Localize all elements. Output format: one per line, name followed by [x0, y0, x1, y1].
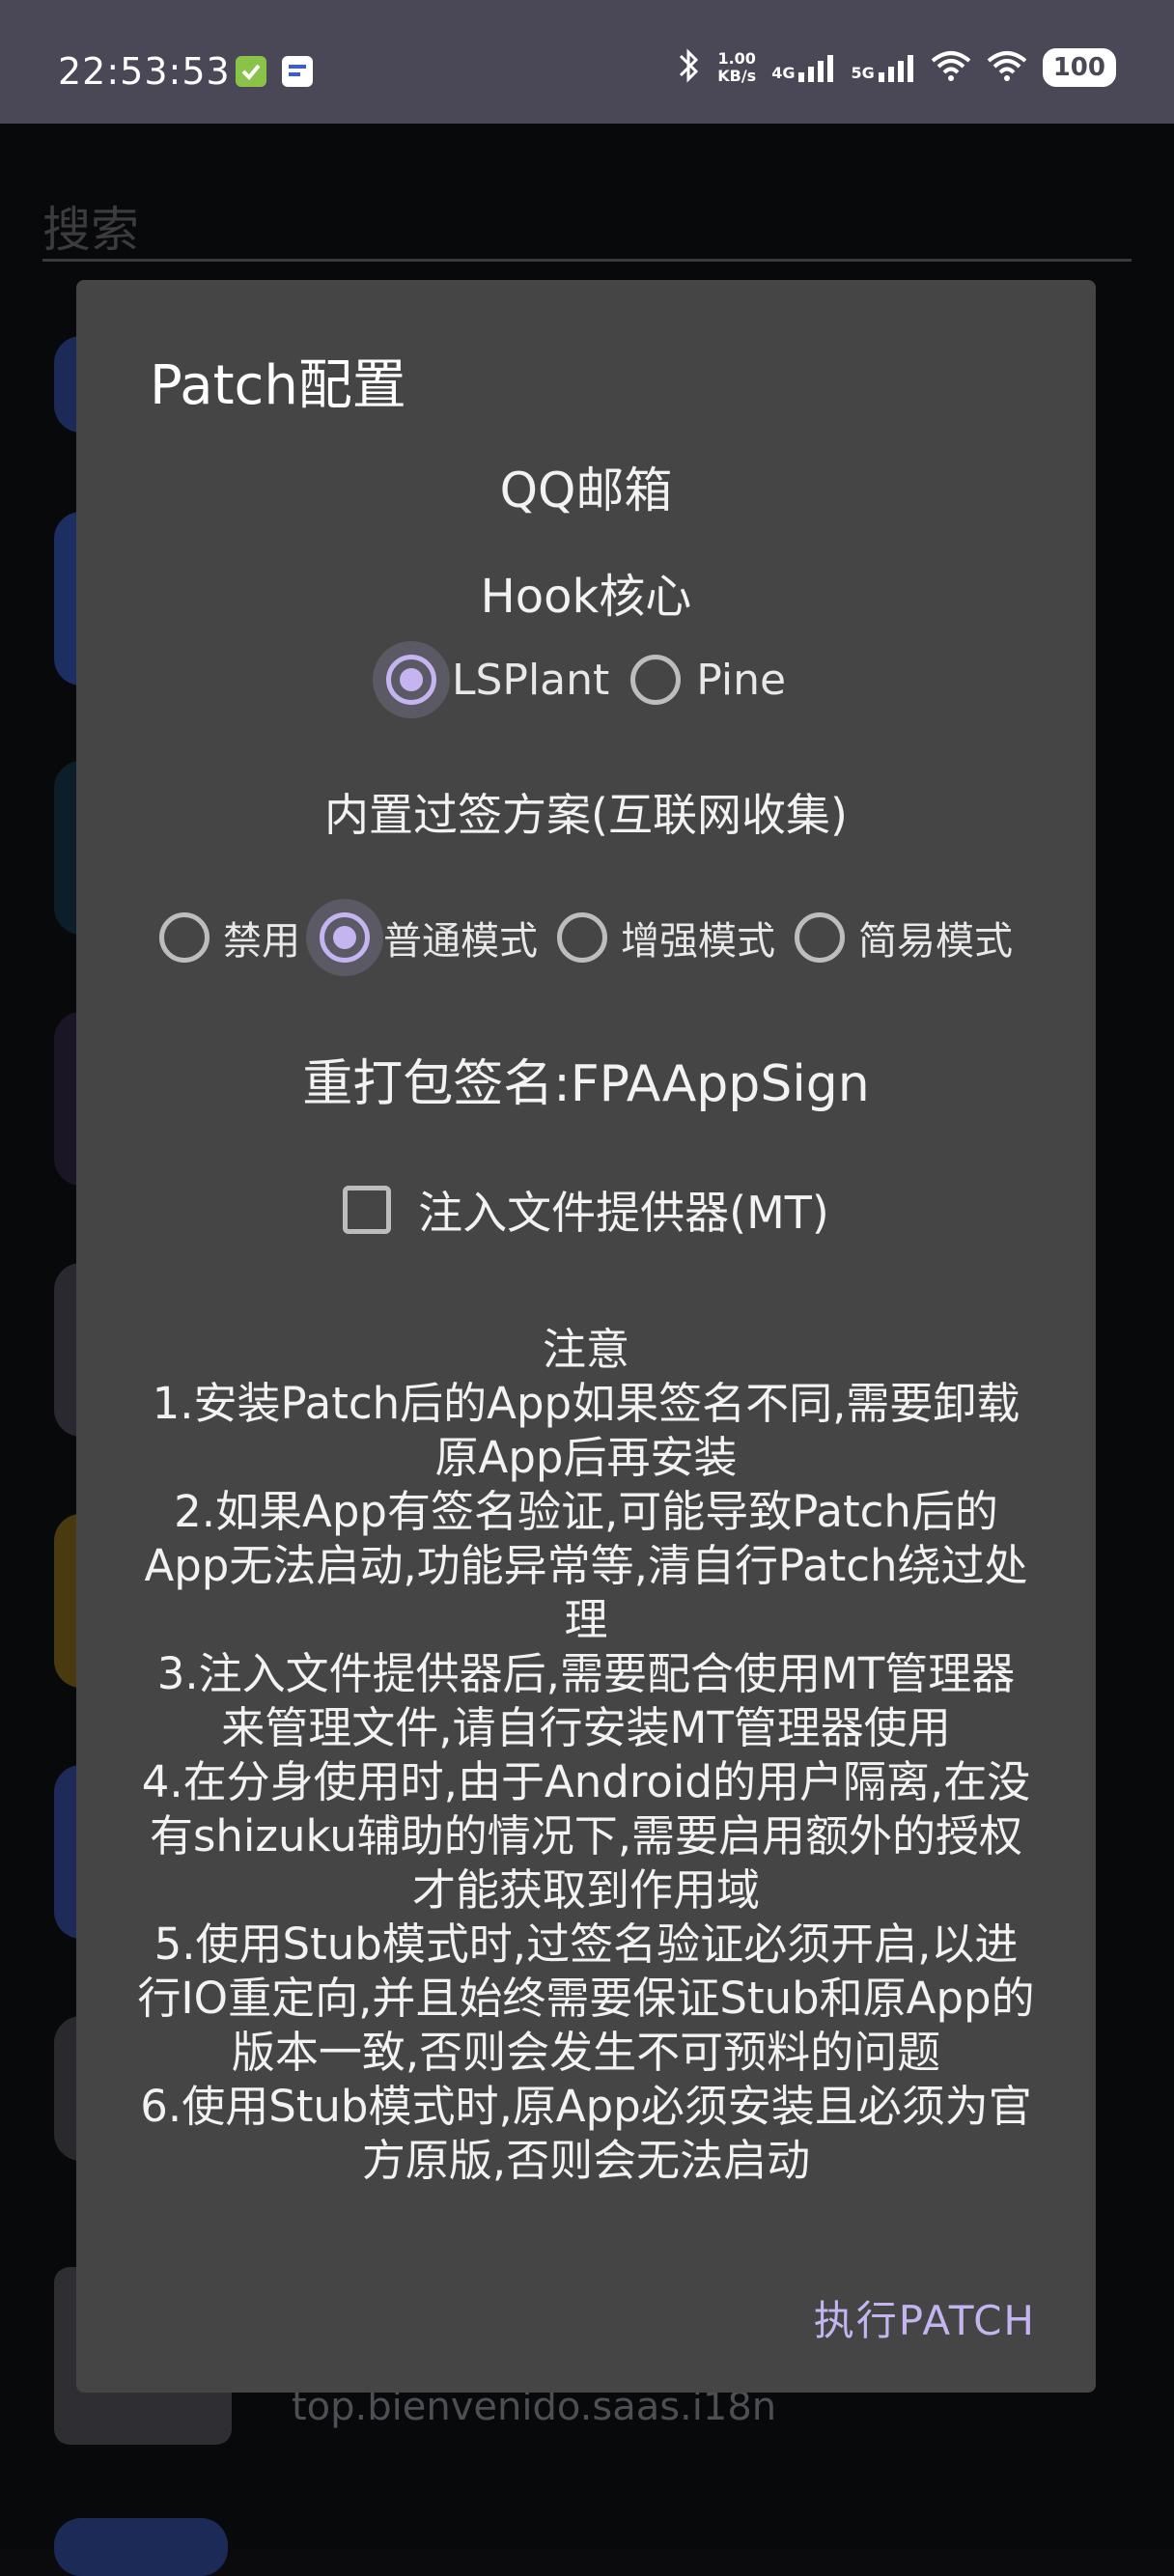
radio-unchecked-icon: [159, 912, 210, 963]
battery-indicator: 100: [1042, 48, 1116, 87]
notes-line: 方原版,否则会无法启动: [361, 2135, 811, 2186]
network-speed: 1.00 KB/s: [717, 49, 757, 85]
radio-label: 禁用: [223, 919, 300, 964]
notes-line: 1.安装Patch后的App如果签名不同,需要卸载: [152, 1378, 1020, 1429]
notes-line: App无法启动,功能异常等,清自行Patch绕过处: [144, 1540, 1028, 1591]
radio-label: 增强模式: [621, 919, 775, 964]
checkbox-unchecked-icon[interactable]: [343, 1186, 392, 1234]
resign-signature: 重打包签名:FPAAppSign: [302, 1055, 870, 1113]
patch-config-dialog: Patch配置 QQ邮箱 Hook核心 LSPlant Pine 内置过签方案(…: [76, 280, 1096, 2393]
signature-bypass-label: 内置过签方案(互联网收集): [324, 789, 848, 841]
radio-unchecked-icon: [630, 655, 682, 705]
notes-line: 5.使用Stub模式时,过签名验证必须开启,以进: [154, 1918, 1019, 1970]
signal-4g-icon: 4G: [771, 53, 835, 82]
notes-line: 版本一致,否则会发生不可预料的问题: [231, 2027, 941, 2078]
dialog-title: Patch配置: [150, 354, 406, 417]
bluetooth-icon: [675, 46, 702, 89]
notes-line: 理: [564, 1594, 608, 1645]
radio-checked-icon: [385, 655, 436, 705]
notes-line: 2.如果App有签名验证,可能导致Patch后的: [174, 1486, 998, 1537]
checkbox-label: 注入文件提供器(MT): [418, 1187, 829, 1239]
bg-app-icon: [54, 2518, 228, 2576]
notes-line: 注意: [542, 1324, 629, 1375]
notes-line: 6.使用Stub模式时,原App必须安装且必须为官: [140, 2081, 1032, 2132]
notes-line: 来管理文件,请自行安装MT管理器使用: [221, 1702, 951, 1753]
wifi-icon: [931, 49, 971, 86]
radio-unchecked-icon: [557, 912, 607, 963]
radio-label: LSPlant: [451, 655, 610, 705]
status-time: 22:53:53: [58, 50, 231, 93]
status-bar: 22:53:53 1.00 KB/s 4G 5G 100: [0, 0, 1174, 124]
radio-enhanced-mode[interactable]: 增强模式: [557, 910, 775, 966]
notification-clipboard-icon: [234, 54, 268, 93]
signal-5g-icon: 5G: [851, 53, 914, 82]
notes-line: 原App后再安装: [434, 1432, 738, 1483]
hook-core-radio-group: LSPlant Pine: [76, 655, 1096, 705]
wifi-icon-2: [987, 49, 1027, 86]
notes-line: 3.注入文件提供器后,需要配合使用MT管理器: [156, 1648, 1016, 1699]
radio-label: 简易模式: [858, 919, 1013, 964]
notes-text: 注意 1.安装Patch后的App如果签名不同,需要卸载 原App后再安装 2.…: [105, 1323, 1067, 2188]
app-name: QQ邮箱: [499, 462, 673, 518]
radio-disabled[interactable]: 禁用: [159, 910, 300, 966]
radio-unchecked-icon: [795, 912, 845, 963]
radio-lsplant[interactable]: LSPlant: [385, 655, 610, 705]
notification-app-icon: [280, 54, 315, 93]
hook-core-label: Hook核心: [480, 570, 692, 624]
execute-patch-button[interactable]: 执行PATCH: [814, 2288, 1036, 2347]
radio-label: 普通模式: [383, 919, 538, 964]
radio-normal-mode[interactable]: 普通模式: [320, 910, 538, 966]
notes-line: 4.在分身使用时,由于Android的用户隔离,在没: [141, 1756, 1031, 1807]
radio-checked-icon: [320, 912, 370, 963]
radio-pine[interactable]: Pine: [630, 655, 786, 705]
radio-label: Pine: [696, 655, 787, 705]
search-underline: [42, 259, 1132, 262]
search-input[interactable]: 搜索: [42, 191, 139, 261]
radio-simple-mode[interactable]: 简易模式: [795, 910, 1013, 966]
notes-line: 有shizuku辅助的情况下,需要启用额外的授权: [149, 1810, 1023, 1862]
inject-file-provider-checkbox[interactable]: 注入文件提供器(MT): [76, 1178, 1096, 1242]
notes-line: 行IO重定向,并且始终需要保证Stub和原App的: [137, 1973, 1035, 2024]
signature-bypass-radio-group: 禁用 普通模式 增强模式 简易模式: [76, 910, 1096, 966]
notes-line: 才能获取到作用域: [411, 1864, 760, 1916]
